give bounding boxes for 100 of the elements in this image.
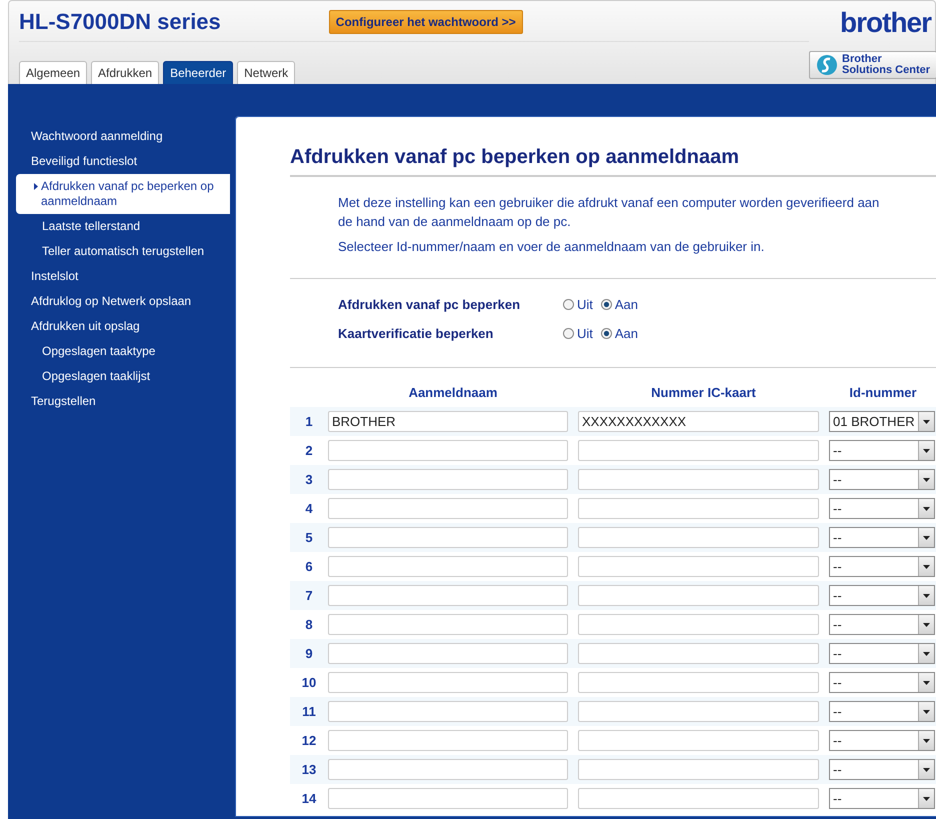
row-number: 1 [290,407,328,436]
id-number-select[interactable]: -- [829,527,935,548]
login-name-field[interactable] [328,788,568,809]
sidebar-item[interactable]: Laatste tellerstand [8,214,230,239]
id-number-select[interactable]: -- [829,759,935,780]
id-number-select[interactable]: -- [829,643,935,664]
dropdown-caret-icon[interactable] [918,702,934,721]
radio-icon[interactable] [600,328,612,339]
login-name-field[interactable] [328,672,568,693]
dropdown-caret-icon[interactable] [918,441,934,460]
dropdown-caret-icon[interactable] [918,499,934,518]
ic-card-field[interactable] [578,556,819,577]
id-number-select[interactable]: -- [829,556,935,577]
id-number-select[interactable]: -- [829,498,935,519]
login-name-field[interactable] [328,498,568,519]
description-text: Met deze instelling kan een gebruiker die afdrukt vanaf een computer worden geverifieerd aan de hand van de aanmeldnaam op de pc. [338,194,880,231]
id-number-select[interactable]: -- [829,701,935,722]
arrow-icon [34,183,38,190]
tab[interactable]: Afdrukken [91,61,160,84]
ic-card-field[interactable] [578,469,819,490]
ic-card-field[interactable]: XXXXXXXXXXXX [578,411,819,432]
brand-logo: brother [840,9,932,37]
dropdown-caret-icon[interactable] [918,528,934,547]
id-number-select[interactable]: -- [829,672,935,693]
sidebar-item[interactable]: Afdrukken vanaf pc beperken op aanmeldnaam [16,174,230,214]
setting-label: Kaartverificatie beperken [338,326,494,341]
radio-icon[interactable] [563,328,574,339]
login-name-field[interactable] [328,730,568,751]
tab[interactable]: Netwerk [237,61,296,84]
dropdown-caret-icon[interactable] [918,557,934,576]
row-number: 7 [290,581,328,610]
page-heading: Afdrukken vanaf pc beperken op aanmeldnaam [290,146,936,177]
dropdown-caret-icon[interactable] [918,760,934,779]
dropdown-caret-icon[interactable] [918,615,934,634]
radio-option[interactable]: Uit [563,297,593,312]
login-name-field[interactable] [328,440,568,461]
printer-title: HL-S7000DN series [19,9,221,35]
ic-card-field[interactable] [578,730,819,751]
sidebar-item[interactable]: Afdrukken uit opslag [8,314,230,339]
sidebar-item[interactable]: Instelslot [8,264,230,289]
sidebar-item[interactable]: Opgeslagen taaklijst [8,364,230,389]
dropdown-caret-icon[interactable] [918,586,934,605]
login-name-field[interactable] [328,759,568,780]
ic-card-field[interactable] [578,788,819,809]
id-number-select[interactable]: -- [829,440,935,461]
row-number: 11 [290,697,328,726]
radio-icon[interactable] [600,299,612,310]
description-text: Selecteer Id-nummer/naam en voer de aanmeldnaam van de gebruiker in. [338,238,766,256]
ic-card-field[interactable] [578,527,819,548]
tab[interactable]: Algemeen [19,61,88,84]
column-header: Id-nummer [848,384,918,402]
sidebar-item[interactable]: Opgeslagen taaktype [8,339,230,364]
login-name-field[interactable] [328,556,568,577]
login-name-field[interactable]: BROTHER [328,411,568,432]
radio-option[interactable]: Aan [600,297,638,312]
ic-card-field[interactable] [578,585,819,606]
ic-card-field[interactable] [578,759,819,780]
sidebar-item[interactable]: Teller automatisch terugstellen [8,239,230,264]
setting-label: Afdrukken vanaf pc beperken [338,297,522,312]
row-number: 9 [290,639,328,668]
radio-option[interactable]: Uit [563,326,593,341]
login-name-field[interactable] [328,643,568,664]
row-number: 5 [290,523,328,552]
ic-card-field[interactable] [578,498,819,519]
solutions-center-button[interactable]: Brother Solutions Center [809,51,936,79]
login-name-field[interactable] [328,527,568,548]
id-number-select[interactable]: -- [829,614,935,635]
id-number-select[interactable]: -- [829,469,935,490]
id-number-select[interactable]: -- [829,585,935,606]
login-name-field[interactable] [328,585,568,606]
ic-card-field[interactable] [578,672,819,693]
ic-card-field[interactable] [578,614,819,635]
ic-card-field[interactable] [578,643,819,664]
ic-card-field[interactable] [578,701,819,722]
sidebar-item[interactable]: Wachtwoord aanmelding [8,124,230,149]
login-name-field[interactable] [328,469,568,490]
dropdown-caret-icon[interactable] [918,470,934,489]
dropdown-caret-icon[interactable] [918,731,934,750]
login-name-field[interactable] [328,701,568,722]
sidebar-item[interactable]: Beveiligd functieslot [8,149,230,174]
sidebar-item[interactable]: Terugstellen [8,389,230,414]
dropdown-caret-icon[interactable] [918,644,934,663]
swoosh-icon [816,54,838,76]
row-number: 3 [290,465,328,494]
id-number-select[interactable]: 01 BROTHER [829,411,935,432]
dropdown-caret-icon[interactable] [918,412,934,431]
tab[interactable]: Beheerder [163,61,234,84]
id-number-select[interactable]: -- [829,730,935,751]
dropdown-caret-icon[interactable] [918,789,934,808]
ic-card-field[interactable] [578,440,819,461]
column-header: Aanmeldnaam [408,384,498,402]
sidebar-item[interactable]: Afdruklog op Netwerk opslaan [8,289,230,314]
login-name-field[interactable] [328,614,568,635]
column-header: Nummer IC-kaart [650,384,757,402]
configure-password-button[interactable]: Configureer het wachtwoord >> [328,10,523,34]
row-number: 13 [290,755,328,784]
radio-option[interactable]: Aan [600,326,638,341]
dropdown-caret-icon[interactable] [918,673,934,692]
radio-icon[interactable] [563,299,574,310]
id-number-select[interactable]: -- [829,788,935,809]
